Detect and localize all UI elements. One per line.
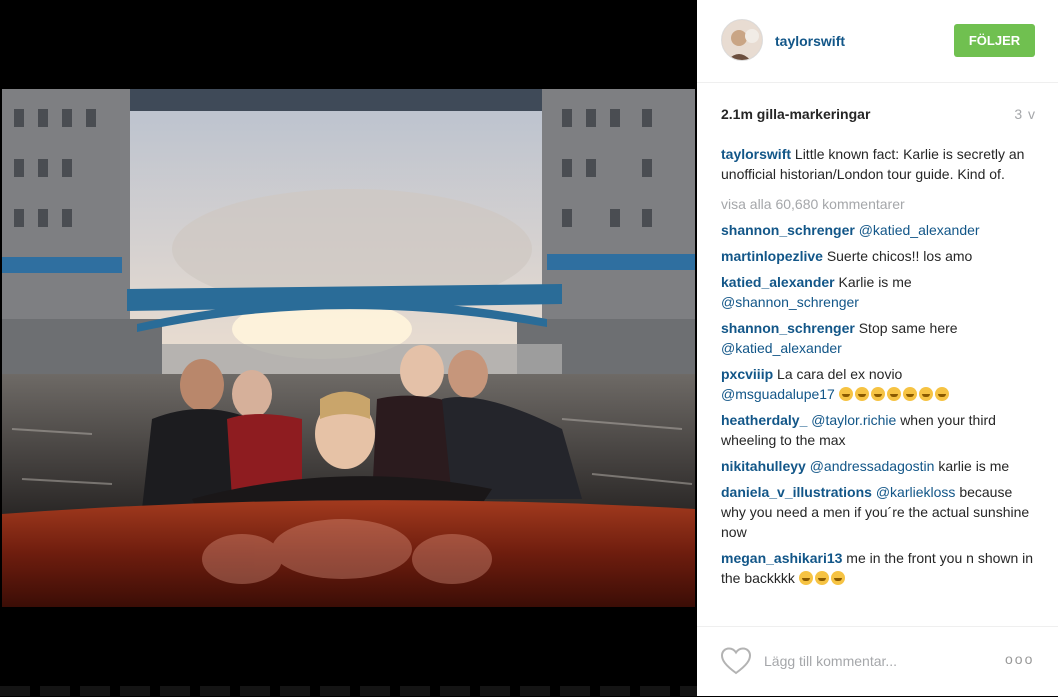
comment-mention[interactable]: @katied_alexander (859, 222, 980, 238)
caption-username[interactable]: taylorswift (721, 146, 791, 162)
caption: taylorswift Little known fact: Karlie is… (721, 144, 1039, 184)
laughing-emoji-icon (870, 387, 885, 401)
comment-username[interactable]: heatherdaly_ (721, 412, 807, 428)
comment-text: karlie is me (938, 458, 1010, 474)
comment-username[interactable]: nikitahulleyy (721, 458, 806, 474)
comment-text: Stop same here (858, 320, 958, 336)
comment-mention[interactable]: @shannon_schrenger (721, 294, 859, 310)
comment-item: shannon_schrenger Stop same here @katied… (721, 318, 1039, 358)
comment-username[interactable]: shannon_schrenger (721, 320, 855, 336)
avatar-image (722, 20, 762, 60)
post-age[interactable]: 3 v (1014, 106, 1036, 122)
more-options-icon[interactable]: ooo (1005, 651, 1034, 667)
photo-panel (0, 0, 697, 696)
post-footer: Lägg till kommentar... ooo (697, 626, 1058, 697)
comment-username[interactable]: katied_alexander (721, 274, 835, 290)
comment-item: nikitahulleyy @andressadagostin karlie i… (721, 456, 1039, 476)
laughing-emoji-icon (902, 387, 917, 401)
comment-text: Karlie is me (838, 274, 912, 290)
comment-item: heatherdaly_ @taylor.richie when your th… (721, 410, 1039, 450)
comment-list: taylorswift Little known fact: Karlie is… (721, 144, 1039, 620)
comment-mention[interactable]: @andressadagostin (810, 458, 935, 474)
view-all-comments-link[interactable]: visa alla 60,680 kommentarer (721, 194, 1039, 214)
post-sidebar: taylorswift FÖLJER 2.1m gilla-markeringa… (697, 0, 1058, 696)
laughing-emoji-icon (854, 387, 869, 401)
laughing-emoji-icon (886, 387, 901, 401)
laughing-emoji-row (838, 386, 951, 402)
comment-item: megan_ashikari13 me in the front you n s… (721, 548, 1039, 588)
post-header: taylorswift FÖLJER (697, 0, 1058, 83)
username-link[interactable]: taylorswift (775, 33, 845, 49)
comment-text: Suerte chicos!! los amo (826, 248, 973, 264)
laughing-emoji-icon (830, 571, 845, 585)
comment-username[interactable]: martinlopezlive (721, 248, 823, 264)
post-photo[interactable] (2, 89, 695, 607)
avatar[interactable] (721, 19, 763, 61)
comment-username[interactable]: daniela_v_illustrations (721, 484, 872, 500)
likes-count[interactable]: 2.1m gilla-markeringar (721, 106, 870, 122)
follow-button[interactable]: FÖLJER (954, 24, 1035, 57)
comment-username[interactable]: pxcviiip (721, 366, 773, 382)
comment-item: pxcviiip La cara del ex novio @msguadalu… (721, 364, 1039, 404)
bottom-strip (0, 686, 697, 696)
laughing-emoji-icon (918, 387, 933, 401)
laughing-emoji-icon (838, 387, 853, 401)
laughing-emoji-icon (814, 571, 829, 585)
comment-username[interactable]: shannon_schrenger (721, 222, 855, 238)
comment-item: martinlopezlive Suerte chicos!! los amo (721, 246, 1039, 266)
laughing-emoji-icon (798, 571, 813, 585)
comment-mention[interactable]: @karliekloss (876, 484, 956, 500)
comment-mention[interactable]: @msguadalupe17 (721, 386, 835, 402)
comment-item: shannon_schrenger @katied_alexander (721, 220, 1039, 240)
comment-item: daniela_v_illustrations @karliekloss bec… (721, 482, 1039, 542)
tower-bridge-boat-photo (2, 89, 695, 607)
comment-item: katied_alexander Karlie is me @shannon_s… (721, 272, 1039, 312)
comment-text: La cara del ex novio (777, 366, 903, 382)
heart-icon[interactable] (721, 647, 751, 675)
add-comment-input[interactable]: Lägg till kommentar... (764, 653, 897, 669)
likes-row: 2.1m gilla-markeringar 3 v (721, 106, 1036, 126)
comment-mention[interactable]: @katied_alexander (721, 340, 842, 356)
comment-mention[interactable]: @taylor.richie (811, 412, 896, 428)
comment-username[interactable]: megan_ashikari13 (721, 550, 842, 566)
laughing-emoji-icon (934, 387, 949, 401)
